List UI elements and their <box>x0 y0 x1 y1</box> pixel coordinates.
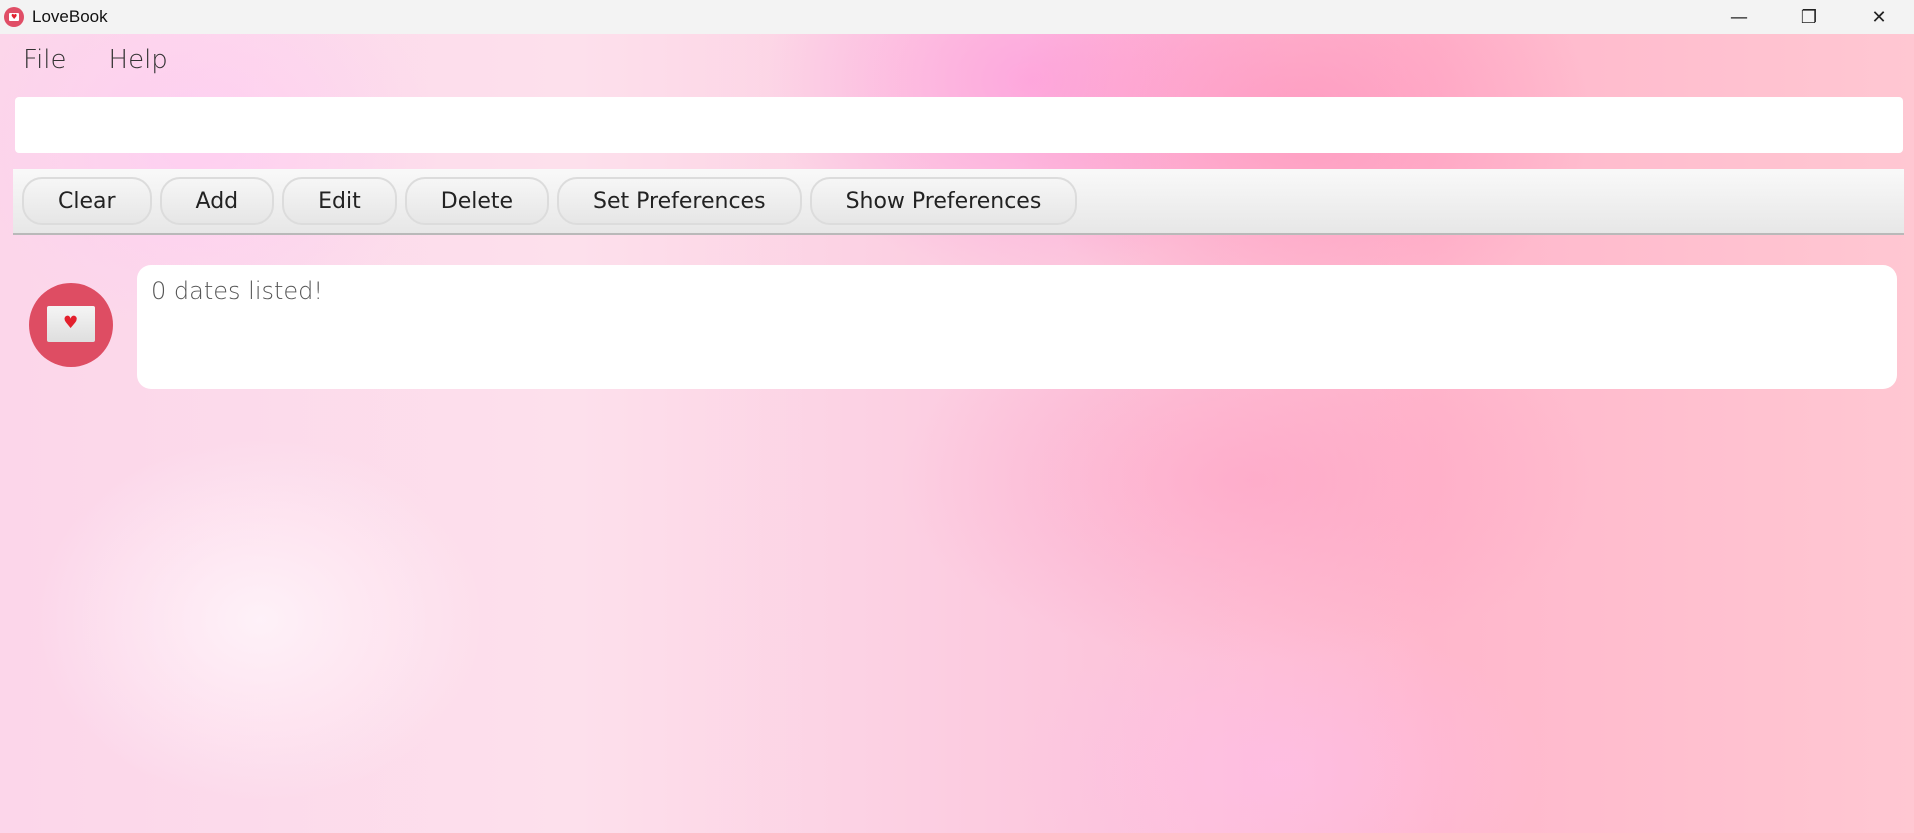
command-input[interactable] <box>15 97 1903 153</box>
envelope-heart-icon: ♥ <box>29 283 113 367</box>
menu-bar: File Help <box>0 34 179 86</box>
edit-button[interactable]: Edit <box>282 177 397 225</box>
result-message: 0 dates listed! <box>151 277 324 305</box>
window-controls: — ❐ ✕ <box>1704 0 1914 34</box>
window-title: LoveBook <box>32 7 108 26</box>
result-message-box: 0 dates listed! <box>137 265 1897 389</box>
close-button[interactable]: ✕ <box>1844 0 1914 34</box>
add-button[interactable]: Add <box>159 177 275 225</box>
envelope-icon: ♥ <box>47 306 95 342</box>
restore-button[interactable]: ❐ <box>1774 0 1844 34</box>
menu-help[interactable]: Help <box>98 45 179 75</box>
show-preferences-button[interactable]: Show Preferences <box>809 177 1078 225</box>
result-display: ♥ 0 dates listed! <box>0 254 1914 404</box>
minimize-button[interactable]: — <box>1704 0 1774 34</box>
delete-button[interactable]: Delete <box>404 177 550 225</box>
app-logo-icon: ♥ <box>4 7 24 27</box>
set-preferences-button[interactable]: Set Preferences <box>557 177 802 225</box>
menu-file[interactable]: File <box>12 45 78 75</box>
heart-icon: ♥ <box>63 313 79 333</box>
title-bar: ♥ LoveBook — ❐ ✕ <box>0 0 1914 34</box>
clear-button[interactable]: Clear <box>22 177 152 225</box>
toolbar: Clear Add Edit Delete Set Preferences Sh… <box>13 169 1904 235</box>
